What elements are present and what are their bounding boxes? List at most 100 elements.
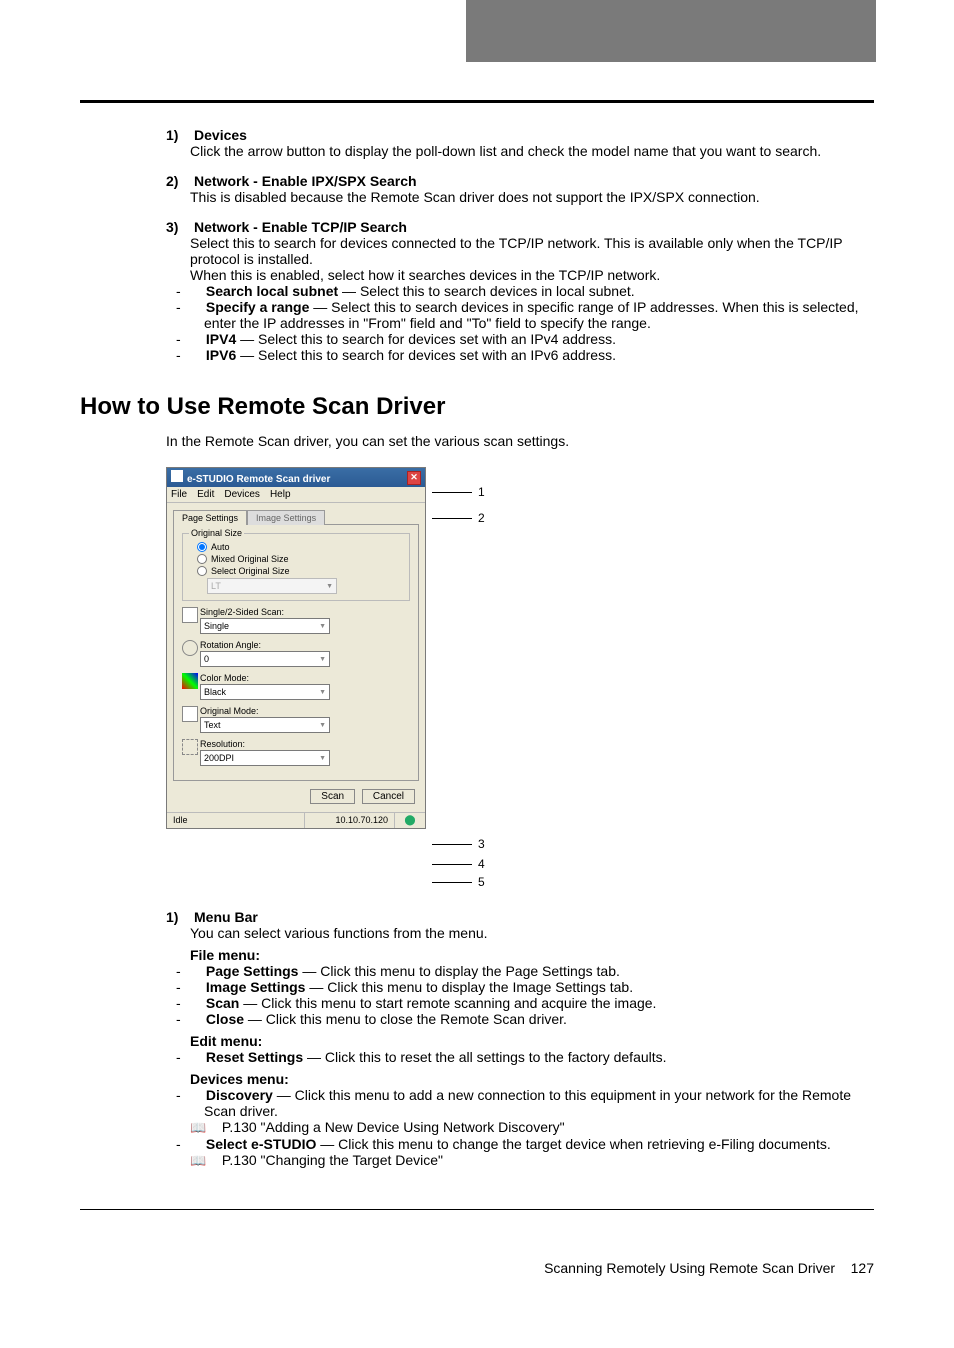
- numbered-list-bottom: 1) Menu Bar You can select various funct…: [166, 909, 874, 1169]
- menubar: File Edit Devices Help: [167, 487, 425, 503]
- field-label: Color Mode:: [200, 673, 410, 683]
- chevron-down-icon: ▼: [319, 722, 326, 729]
- radio-label: Mixed Original Size: [211, 554, 289, 564]
- sublist-text: — Click this menu to display the Image S…: [305, 979, 633, 995]
- item-body: You can select various functions from th…: [190, 925, 874, 941]
- item-menubar: 1) Menu Bar You can select various funct…: [166, 909, 874, 1169]
- item-number: 3): [166, 219, 178, 235]
- sublist-item: - IPV6 — Select this to search for devic…: [204, 347, 874, 363]
- item-number: 2): [166, 173, 178, 189]
- sublist-label: Search local subnet: [206, 283, 338, 299]
- menu-devices[interactable]: Devices: [224, 489, 260, 500]
- field-color-mode: Color Mode: Black▼: [182, 673, 410, 700]
- item-tcpip: 3) Network - Enable TCP/IP Search Select…: [166, 219, 874, 363]
- original-size-dropdown: LT▼: [207, 578, 337, 594]
- sublist-item: - Image Settings — Click this menu to di…: [204, 979, 874, 995]
- dd-value: Black: [204, 687, 226, 697]
- window-title: e-STUDIO Remote Scan driver: [187, 474, 330, 485]
- radio-icon[interactable]: [197, 542, 207, 552]
- callout-5: 5: [478, 875, 485, 889]
- radio-icon[interactable]: [197, 554, 207, 564]
- section-intro: In the Remote Scan driver, you can set t…: [166, 433, 874, 449]
- rotation-icon: [182, 640, 198, 656]
- item-body: Select this to search for devices connec…: [190, 235, 874, 267]
- item-devices: 1) Devices Click the arrow button to dis…: [166, 127, 874, 159]
- sublist-item: - Reset Settings — Click this to reset t…: [204, 1049, 874, 1065]
- sublist-label: IPV6: [206, 347, 236, 363]
- callout-4: 4: [478, 857, 485, 871]
- single-scan-dropdown[interactable]: Single ▼: [200, 618, 330, 634]
- tab-image-settings[interactable]: Image Settings: [247, 510, 325, 525]
- group-label: Original Size: [189, 528, 244, 538]
- chevron-down-icon: ▼: [319, 656, 326, 663]
- item-title: Devices: [194, 127, 247, 143]
- statusbar: Idle 10.10.70.120 ⬤: [167, 812, 425, 828]
- original-size-group: Original Size Auto Mixed Original Size S…: [182, 533, 410, 601]
- sublist-text: — Click this menu to change the target d…: [316, 1136, 830, 1152]
- network-icon: ⬤: [404, 815, 415, 826]
- numbered-list-top: 1) Devices Click the arrow button to dis…: [166, 127, 874, 363]
- close-icon[interactable]: ✕: [407, 471, 421, 485]
- resolution-icon: [182, 739, 198, 755]
- field-label: Original Mode:: [200, 706, 410, 716]
- radio-select[interactable]: Select Original Size: [197, 566, 403, 576]
- sublist-label: Close: [206, 1011, 244, 1027]
- page-icon: [182, 607, 198, 623]
- item-body: Click the arrow button to display the po…: [190, 143, 874, 159]
- sublist-text: — Click this menu to display the Page Se…: [298, 963, 619, 979]
- devices-menu-sublist: - Discovery — Click this menu to add a n…: [190, 1087, 874, 1169]
- item-number: 1): [166, 127, 178, 143]
- resolution-dropdown[interactable]: 200DPI▼: [200, 750, 330, 766]
- sublist-label: Image Settings: [206, 979, 306, 995]
- dd-value: Single: [204, 621, 229, 631]
- menu-help[interactable]: Help: [270, 489, 291, 500]
- dd-value: LT: [211, 581, 221, 591]
- sublist-text: — Select this to search devices in local…: [338, 283, 634, 299]
- field-resolution: Resolution: 200DPI▼: [182, 739, 410, 766]
- sublist-text: — Select this to search for devices set …: [236, 347, 616, 363]
- submenu-title: File menu:: [190, 947, 260, 963]
- sublist-text: — Click this menu to add a new connectio…: [204, 1087, 851, 1119]
- panel: Original Size Auto Mixed Original Size S…: [173, 524, 419, 781]
- titlebar[interactable]: e-STUDIO Remote Scan driver ✕: [167, 468, 425, 487]
- reference-link: P.130 "Changing the Target Device": [218, 1152, 443, 1168]
- radio-auto[interactable]: Auto: [197, 542, 403, 552]
- sublist-item: - Close — Click this menu to close the R…: [204, 1011, 874, 1027]
- app-icon: [171, 470, 183, 482]
- sublist-label: Select e-STUDIO: [206, 1136, 316, 1152]
- chevron-down-icon: ▼: [319, 623, 326, 630]
- menu-edit[interactable]: Edit: [197, 489, 214, 500]
- tcpip-sublist: - Search local subnet — Select this to s…: [190, 283, 874, 363]
- scan-button[interactable]: Scan: [310, 789, 355, 804]
- item-title: Network - Enable TCP/IP Search: [194, 219, 407, 235]
- tab-page-settings[interactable]: Page Settings: [173, 510, 247, 525]
- sublist-item: - Scan — Click this menu to start remote…: [204, 995, 874, 1011]
- edit-menu-sublist: - Reset Settings — Click this to reset t…: [190, 1049, 874, 1065]
- menu-file[interactable]: File: [171, 489, 187, 500]
- dd-value: 200DPI: [204, 753, 234, 763]
- radio-mixed[interactable]: Mixed Original Size: [197, 554, 403, 564]
- sublist-label: IPV4: [206, 331, 236, 347]
- sublist-item: - Search local subnet — Select this to s…: [204, 283, 874, 299]
- screenshot-with-callouts: e-STUDIO Remote Scan driver ✕ File Edit …: [166, 467, 874, 885]
- callout-2: 2: [478, 511, 485, 525]
- sublist-label: Page Settings: [206, 963, 299, 979]
- rotation-dropdown[interactable]: 0▼: [200, 651, 330, 667]
- file-menu-sublist: - Page Settings — Click this menu to dis…: [190, 963, 874, 1027]
- sublist-item: - Page Settings — Click this menu to dis…: [204, 963, 874, 979]
- original-mode-dropdown[interactable]: Text▼: [200, 717, 330, 733]
- sublist-text: — Click this menu to start remote scanni…: [239, 995, 656, 1011]
- color-dropdown[interactable]: Black▼: [200, 684, 330, 700]
- item-number: 1): [166, 909, 178, 925]
- document-icon: [182, 706, 198, 722]
- field-single-scan: Single/2-Sided Scan: Single▼: [182, 607, 410, 634]
- radio-label: Auto: [211, 542, 230, 552]
- radio-icon[interactable]: [197, 566, 207, 576]
- item-body: This is disabled because the Remote Scan…: [190, 189, 874, 205]
- submenu-title: Devices menu:: [190, 1071, 289, 1087]
- submenu-title: Edit menu:: [190, 1033, 262, 1049]
- book-icon: 📖: [204, 1153, 218, 1169]
- cancel-button[interactable]: Cancel: [362, 789, 415, 804]
- footer-text: Scanning Remotely Using Remote Scan Driv…: [544, 1260, 835, 1276]
- divider-bottom: [80, 1209, 874, 1210]
